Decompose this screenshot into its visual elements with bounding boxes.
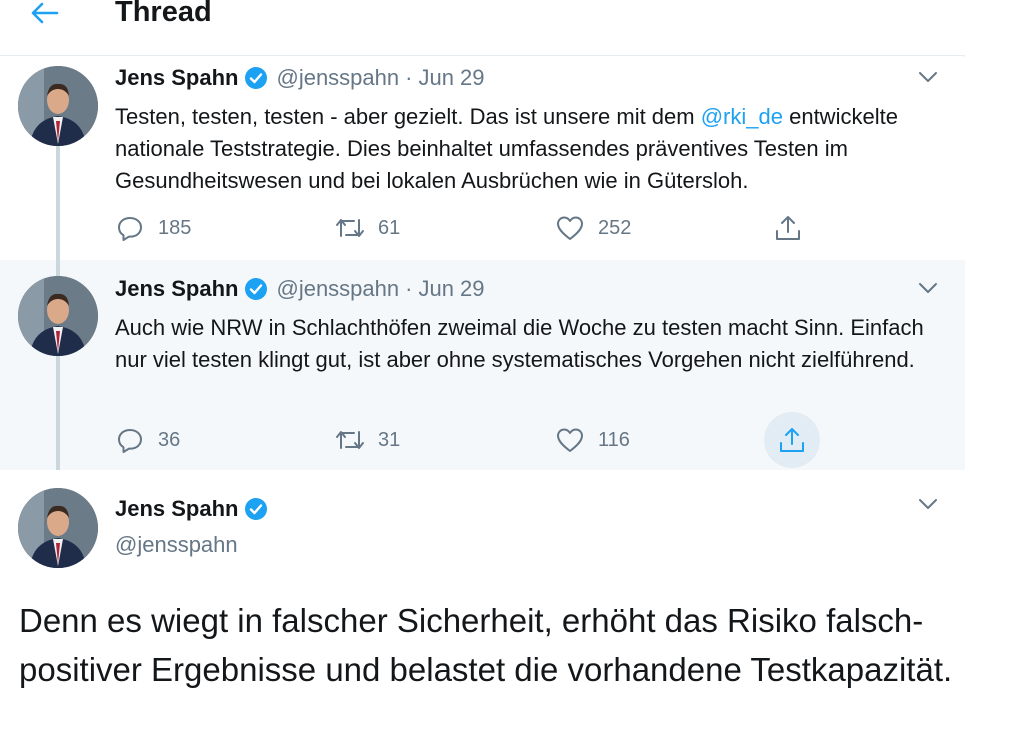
- more-options-button[interactable]: [914, 65, 942, 93]
- chevron-down-icon: [918, 70, 938, 88]
- tweet-text-part: Testen, testen, testen - aber gezielt. D…: [115, 104, 701, 129]
- author-name[interactable]: Jens Spahn: [115, 276, 238, 302]
- share-icon: [764, 204, 812, 252]
- like-count: 116: [598, 428, 630, 451]
- tweet-header: Jens Spahn @jensspahn · Jun 29: [115, 65, 485, 91]
- author-handle[interactable]: @jensspahn: [276, 65, 399, 91]
- retweet-count: 31: [378, 428, 401, 451]
- thread-header: Thread: [0, 0, 965, 56]
- reply-icon: [106, 416, 154, 464]
- verified-badge-icon: [244, 497, 268, 521]
- back-button[interactable]: [26, 0, 62, 30]
- tweet-date[interactable]: Jun 29: [418, 276, 484, 302]
- timeline-column: Thread Jens Spahn @jensspahn · Jun 29 Te…: [0, 0, 965, 743]
- avatar[interactable]: [18, 66, 98, 146]
- author-handle[interactable]: @jensspahn: [115, 532, 238, 558]
- mention-link[interactable]: @rki_de: [701, 104, 783, 129]
- reply-count: 36: [158, 428, 181, 451]
- like-button[interactable]: 252: [546, 203, 631, 253]
- avatar[interactable]: [18, 488, 98, 568]
- like-button[interactable]: 116: [546, 415, 630, 465]
- thread-connector: [56, 260, 60, 276]
- author-name[interactable]: Jens Spahn: [115, 65, 238, 91]
- verified-badge-icon: [244, 66, 268, 90]
- thread-connector: [56, 356, 60, 470]
- like-count: 252: [598, 216, 632, 239]
- author-handle[interactable]: @jensspahn: [276, 276, 399, 302]
- separator: ·: [405, 65, 413, 90]
- tweet-text: Auch wie NRW in Schlachthöfen zweimal di…: [115, 315, 924, 372]
- retweet-icon: [326, 416, 374, 464]
- share-button[interactable]: [764, 203, 812, 253]
- author-name[interactable]: Jens Spahn: [115, 496, 238, 522]
- tweet-actions: 36 31 116: [100, 412, 840, 468]
- tweet-header: Jens Spahn: [115, 496, 276, 522]
- tweet-text: Testen, testen, testen - aber gezielt. D…: [115, 101, 945, 197]
- back-arrow-icon: [29, 1, 59, 30]
- more-options-button[interactable]: [914, 276, 942, 304]
- tweet-header: Jens Spahn @jensspahn · Jun 29: [115, 276, 485, 302]
- like-icon: [546, 204, 594, 252]
- like-icon: [546, 416, 594, 464]
- separator: ·: [405, 276, 413, 301]
- retweet-button[interactable]: 61: [326, 203, 400, 253]
- thread-connector: [56, 146, 60, 260]
- reply-count: 185: [158, 216, 192, 239]
- reply-button[interactable]: 185: [106, 203, 191, 253]
- share-icon: [764, 412, 820, 468]
- reply-button[interactable]: 36: [106, 415, 180, 465]
- more-options-button[interactable]: [914, 492, 942, 520]
- retweet-button[interactable]: 31: [326, 415, 400, 465]
- chevron-down-icon: [918, 497, 938, 515]
- reply-icon: [106, 204, 154, 252]
- retweet-icon: [326, 204, 374, 252]
- avatar[interactable]: [18, 276, 98, 356]
- tweet-3-focused: Jens Spahn @jensspahn Denn es wiegt in f…: [0, 470, 965, 743]
- tweet-2[interactable]: Jens Spahn @jensspahn · Jun 29 Auch wie …: [0, 260, 965, 470]
- tweet-actions: 185 61 252: [100, 203, 840, 253]
- page-title: Thread: [115, 0, 212, 28]
- verified-badge-icon: [244, 277, 268, 301]
- tweet-1[interactable]: Jens Spahn @jensspahn · Jun 29 Testen, t…: [0, 57, 965, 260]
- chevron-down-icon: [918, 281, 938, 299]
- tweet-date[interactable]: Jun 29: [418, 65, 484, 91]
- share-button[interactable]: [764, 412, 820, 468]
- retweet-count: 61: [378, 216, 401, 239]
- tweet-text: Denn es wiegt in falscher Sicherheit, er…: [19, 602, 953, 688]
